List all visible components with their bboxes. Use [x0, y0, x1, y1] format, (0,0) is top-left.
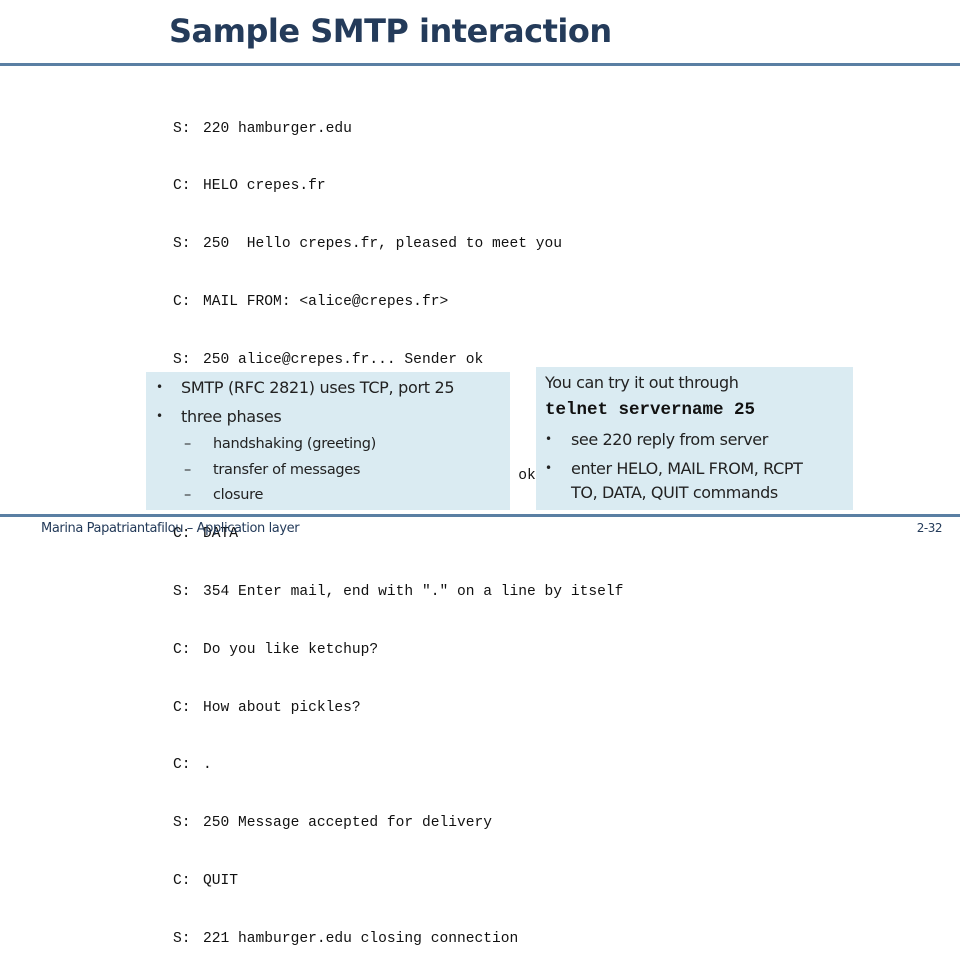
sub-bullet-text: handshaking (greeting) — [213, 436, 377, 452]
sub-bullet-text: transfer of messages — [213, 462, 361, 478]
speaker-label: C: — [173, 699, 191, 716]
speaker-label: C: — [173, 294, 191, 311]
transcript-line: C: MAIL FROM: <alice@crepes.fr> — [173, 293, 623, 312]
page-number: 2-32 — [916, 521, 943, 535]
bullet-item: • SMTP (RFC 2821) uses TCP, port 25 — [156, 378, 455, 397]
bullet-item: • enter HELO, MAIL FROM, RCPT — [545, 459, 803, 478]
dash-icon: – — [184, 436, 191, 452]
transcript-line: C: HELO crepes.fr — [173, 177, 623, 196]
speaker-label: S: — [173, 931, 191, 948]
dash-icon: – — [184, 487, 191, 503]
line-text: 354 Enter mail, end with "." on a line b… — [203, 583, 624, 600]
speaker-label: C: — [173, 757, 191, 774]
footer-divider — [0, 514, 960, 517]
transcript-line: S: 250 Hello crepes.fr, pleased to meet y… — [173, 235, 623, 254]
sub-bullet-text: closure — [213, 487, 264, 503]
line-text: 250 alice@crepes.fr... Sender ok — [203, 352, 484, 369]
transcript-line: C: Do you like ketchup? — [173, 641, 623, 660]
bullet-icon: • — [545, 432, 552, 446]
line-text: MAIL FROM: <alice@crepes.fr> — [203, 294, 449, 311]
transcript-line: S: 221 hamburger.edu closing connection — [173, 930, 623, 949]
bullet-item: • three phases — [156, 407, 282, 426]
bullet-text: three phases — [181, 407, 282, 426]
bullet-continuation: TO, DATA, QUIT commands — [571, 483, 778, 502]
dash-icon: – — [184, 462, 191, 478]
speaker-label: C: — [173, 641, 191, 658]
slide-title: Sample SMTP interaction — [169, 12, 612, 50]
transcript-line: C: QUIT — [173, 872, 623, 891]
line-text: 250 Message accepted for delivery — [203, 815, 493, 832]
bullet-text: enter HELO, MAIL FROM, RCPT — [571, 459, 803, 478]
bullet-icon: • — [156, 380, 163, 394]
footer-author: Marina Papatriantafilou – Application la… — [41, 521, 300, 536]
speaker-label: S: — [173, 352, 191, 369]
sub-bullet-item: – handshaking (greeting) — [184, 436, 376, 452]
line-text: 221 hamburger.edu closing connection — [203, 931, 519, 948]
transcript-line: C:. — [173, 756, 623, 775]
transcript-line: S: 220 hamburger.edu — [173, 120, 623, 139]
bullet-text: see 220 reply from server — [571, 430, 768, 449]
title-divider — [0, 63, 960, 66]
line-text: QUIT — [203, 873, 239, 890]
line-text: 220 hamburger.edu — [203, 120, 352, 137]
line-text: 250 Hello crepes.fr, pleased to meet you — [203, 236, 563, 253]
tip-intro: You can try it out through — [545, 373, 739, 392]
speaker-label: S: — [173, 815, 191, 832]
bullet-icon: • — [545, 461, 552, 475]
line-text: HELO crepes.fr — [203, 178, 326, 195]
bullet-text: SMTP (RFC 2821) uses TCP, port 25 — [181, 378, 455, 397]
speaker-label: S: — [173, 120, 191, 137]
speaker-label: S: — [173, 583, 191, 600]
transcript-line: S: 250 Message accepted for delivery — [173, 814, 623, 833]
telnet-tip-box: You can try it out through telnet server… — [536, 367, 853, 510]
bullet-item: • see 220 reply from server — [545, 430, 768, 449]
line-text: Do you like ketchup? — [203, 641, 379, 658]
smtp-summary-box: • SMTP (RFC 2821) uses TCP, port 25 • thre… — [146, 372, 510, 510]
transcript-line: C: How about pickles? — [173, 699, 623, 718]
sub-bullet-item: – closure — [184, 487, 263, 503]
line-text: . — [203, 757, 212, 774]
speaker-label: C: — [173, 178, 191, 195]
speaker-label: S: — [173, 236, 191, 253]
telnet-command: telnet servername 25 — [545, 400, 756, 420]
sub-bullet-item: – transfer of messages — [184, 462, 360, 478]
speaker-label: C: — [173, 873, 191, 890]
bullet-icon: • — [156, 409, 163, 423]
transcript-line: S: 354 Enter mail, end with "." on a line… — [173, 583, 623, 602]
line-text: How about pickles? — [203, 699, 361, 716]
